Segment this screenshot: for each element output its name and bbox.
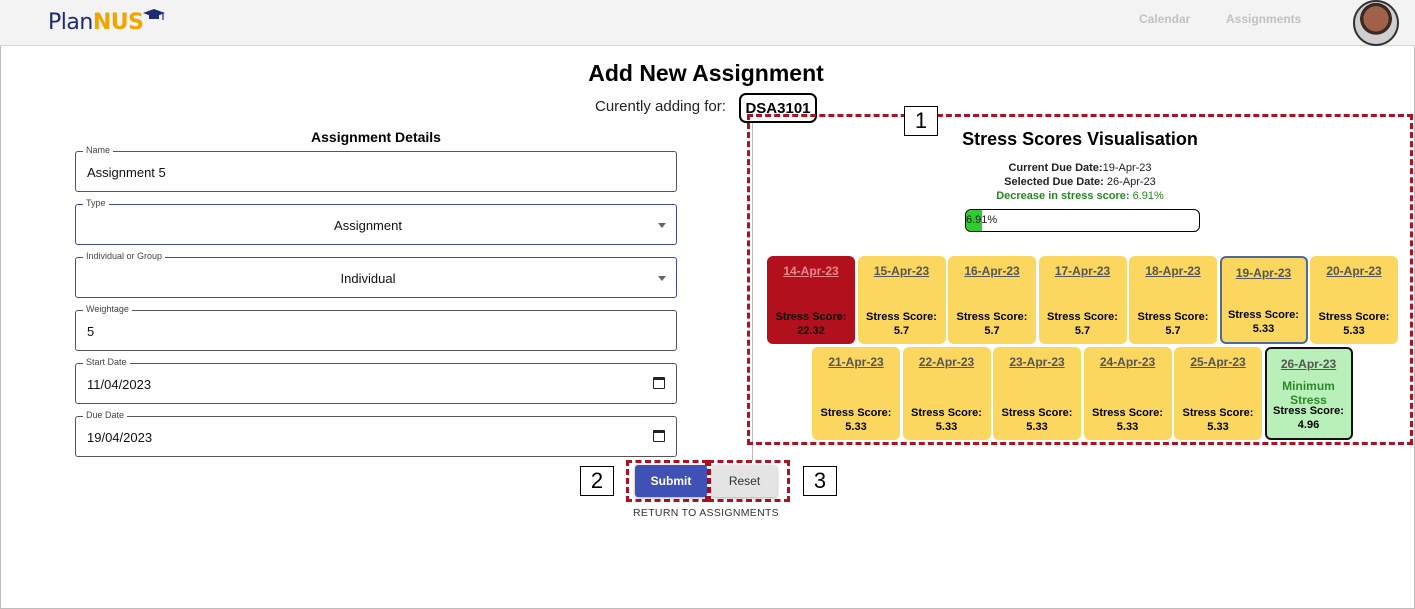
name-field[interactable]: Name Assignment 5 — [75, 145, 677, 192]
submit-button[interactable]: Submit — [635, 465, 707, 497]
chevron-down-icon — [658, 276, 666, 281]
nav-calendar-link[interactable]: Calendar — [1139, 12, 1190, 26]
name-field-value: Assignment 5 — [87, 165, 166, 180]
annotation-label-3: 3 — [803, 466, 837, 496]
return-to-assignments-link[interactable]: RETURN TO ASSIGNMENTS — [600, 507, 812, 519]
nav-assignments-link[interactable]: Assignments — [1226, 12, 1301, 26]
due-date-value: 19/04/2023 — [87, 430, 153, 445]
type-select[interactable]: Type Assignment — [75, 198, 677, 245]
start-date-label: Start Date — [83, 357, 130, 367]
start-date-field[interactable]: Start Date 11/04/2023 — [75, 357, 677, 404]
name-field-label: Name — [83, 145, 114, 155]
weightage-field[interactable]: Weightage 5 — [75, 304, 677, 351]
calendar-icon[interactable] — [653, 377, 665, 389]
type-select-value: Assignment — [334, 218, 402, 233]
user-avatar[interactable] — [1353, 0, 1399, 46]
logo-text: PlanNUS — [48, 10, 144, 35]
annotation-label-1: 1 — [904, 106, 938, 136]
type-select-label: Type — [83, 198, 109, 208]
due-date-field[interactable]: Due Date 19/04/2023 — [75, 410, 677, 457]
start-date-value: 11/04/2023 — [87, 377, 152, 392]
calendar-icon[interactable] — [653, 430, 665, 442]
group-select[interactable]: Individual or Group Individual — [75, 251, 677, 298]
adding-for-label: Curently adding for: — [595, 98, 726, 115]
top-navigation-bar: PlanNUS Calendar Assignments — [0, 0, 1415, 46]
assignment-details-heading: Assignment Details — [311, 129, 441, 145]
reset-button[interactable]: Reset — [712, 465, 777, 497]
page-title: Add New Assignment — [588, 60, 824, 86]
annotation-label-2: 2 — [580, 466, 614, 496]
annotation-box-1 — [747, 114, 1413, 445]
group-select-label: Individual or Group — [83, 251, 166, 261]
plannus-logo[interactable]: PlanNUS — [44, 6, 168, 42]
group-select-value: Individual — [340, 271, 396, 286]
chevron-down-icon — [658, 223, 666, 228]
weightage-field-value: 5 — [87, 324, 95, 339]
weightage-field-label: Weightage — [83, 304, 132, 314]
due-date-label: Due Date — [83, 410, 128, 420]
graduation-cap-icon — [143, 9, 165, 20]
